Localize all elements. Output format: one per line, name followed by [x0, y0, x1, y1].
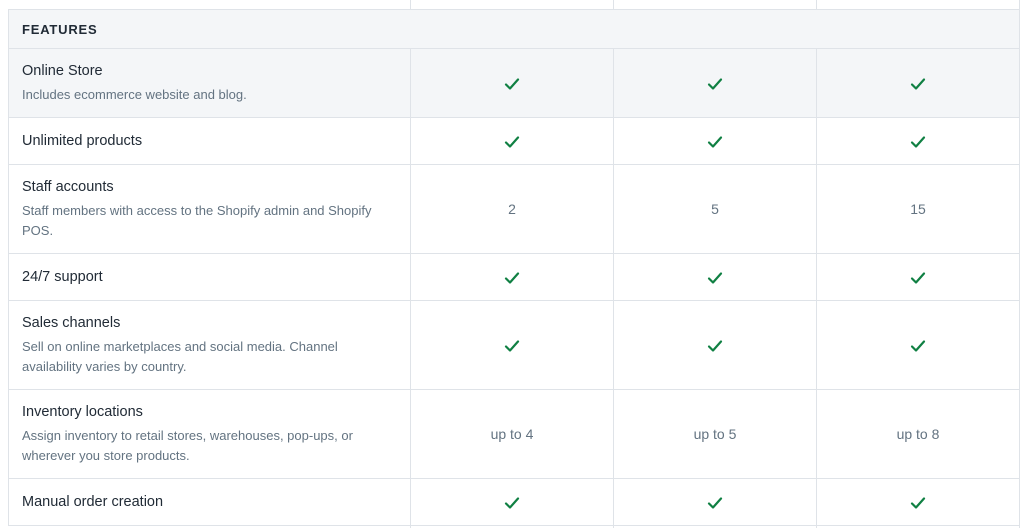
feature-cell: 24/7 support: [8, 253, 411, 301]
feature-cell: Sales channels Sell on online marketplac…: [8, 300, 411, 390]
feature-cell: Manual order creation: [8, 478, 411, 526]
plan-cell: [613, 48, 817, 118]
checkmark-icon: [910, 339, 926, 353]
feature-row-inventory-locations: Inventory locations Assign inventory to …: [8, 389, 1020, 479]
plan-cell: [410, 253, 614, 301]
pricing-feature-comparison: FEATURES Online Store Includes ecommerce…: [0, 0, 1024, 528]
section-title: FEATURES: [8, 9, 1020, 49]
plan-cell: [410, 48, 614, 118]
feature-name: 24/7 support: [22, 269, 103, 285]
feature-name: Inventory locations: [22, 404, 143, 420]
feature-row-sales-channels: Sales channels Sell on online marketplac…: [8, 300, 1020, 390]
plan-cell: [613, 300, 817, 390]
plan-cell: [410, 478, 614, 526]
checkmark-icon: [707, 271, 723, 285]
feature-name: Online Store: [22, 63, 103, 79]
section-header-row: FEATURES: [8, 9, 1020, 49]
plan-value: 5: [711, 201, 719, 217]
feature-description: Sell on online marketplaces and social m…: [22, 339, 338, 374]
plan-cell: [613, 478, 817, 526]
plan-cell: up to 8: [816, 389, 1020, 479]
plan-cell: [410, 300, 614, 390]
plan-cell: [410, 117, 614, 165]
feature-name: Sales channels: [22, 315, 121, 331]
plan-value: up to 8: [896, 426, 940, 442]
feature-description: Includes ecommerce website and blog.: [22, 87, 247, 102]
feature-row-manual-order-creation: Manual order creation: [8, 478, 1020, 526]
feature-name: Manual order creation: [22, 494, 164, 510]
plan-cell: up to 4: [410, 389, 614, 479]
checkmark-icon: [910, 271, 926, 285]
plan-value: up to 4: [490, 426, 534, 442]
checkmark-icon: [910, 496, 926, 510]
checkmark-icon: [504, 135, 520, 149]
checkmark-icon: [707, 77, 723, 91]
feature-description: Staff members with access to the Shopify…: [22, 203, 372, 238]
checkmark-icon: [504, 77, 520, 91]
feature-comparison-table: FEATURES Online Store Includes ecommerce…: [8, 0, 1020, 528]
plan-cell: 2: [410, 164, 614, 254]
plan-cell: 5: [613, 164, 817, 254]
checkmark-icon: [504, 496, 520, 510]
feature-row-online-store: Online Store Includes ecommerce website …: [8, 48, 1020, 118]
checkmark-icon: [504, 339, 520, 353]
plan-value: up to 5: [693, 426, 737, 442]
feature-row-unlimited-products: Unlimited products: [8, 117, 1020, 165]
table-top-stub: [8, 0, 1020, 10]
plan-cell: [816, 117, 1020, 165]
plan-value: 15: [910, 201, 926, 217]
plan-cell: 15: [816, 164, 1020, 254]
feature-cell: Inventory locations Assign inventory to …: [8, 389, 411, 479]
plan-cell: [816, 300, 1020, 390]
plan-cell: [816, 48, 1020, 118]
checkmark-icon: [504, 271, 520, 285]
feature-description: Assign inventory to retail stores, wareh…: [22, 428, 353, 463]
plan-cell: [816, 253, 1020, 301]
feature-row-support: 24/7 support: [8, 253, 1020, 301]
feature-row-staff-accounts: Staff accounts Staff members with access…: [8, 164, 1020, 254]
checkmark-icon: [707, 496, 723, 510]
feature-name: Unlimited products: [22, 133, 143, 149]
feature-cell: Staff accounts Staff members with access…: [8, 164, 411, 254]
plan-cell: [613, 117, 817, 165]
plan-cell: [816, 478, 1020, 526]
checkmark-icon: [910, 77, 926, 91]
feature-name: Staff accounts: [22, 179, 114, 195]
checkmark-icon: [707, 339, 723, 353]
plan-cell: [613, 253, 817, 301]
checkmark-icon: [910, 135, 926, 149]
plan-cell: up to 5: [613, 389, 817, 479]
feature-cell: Unlimited products: [8, 117, 411, 165]
feature-cell: Online Store Includes ecommerce website …: [8, 48, 411, 118]
plan-value: 2: [508, 201, 516, 217]
checkmark-icon: [707, 135, 723, 149]
